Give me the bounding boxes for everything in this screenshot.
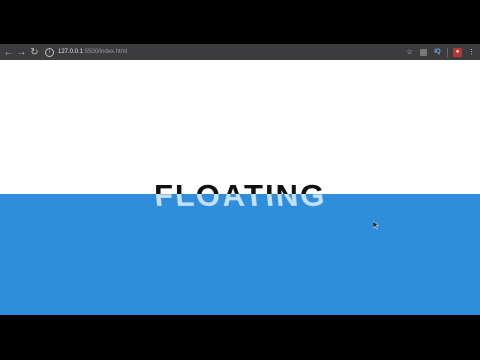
star-icon[interactable]: ☆ [405,48,414,57]
address-bar[interactable]: i 127.0.0.1:5500/index.html [45,44,127,60]
forward-button[interactable]: → [15,44,28,60]
url-path: :5500/index.html [83,49,128,55]
extension-blue-icon[interactable]: IQ [433,48,442,57]
extension-gray-icon[interactable] [419,48,428,57]
menu-icon[interactable]: ⋮ [467,48,476,57]
toolbar-right: ☆ IQ ● ⋮ [400,44,476,60]
url-text: 127.0.0.1:5500/index.html [58,49,127,55]
water-area [0,194,480,315]
back-button[interactable]: ← [2,44,15,60]
bottom-letterbox [0,315,480,360]
browser-toolbar: ← → ↻ i 127.0.0.1:5500/index.html ☆ IQ ●… [0,44,480,60]
toolbar-separator [447,47,448,57]
url-host: 127.0.0.1 [58,49,84,55]
floating-headline: FLOATING [0,180,480,194]
page-viewport: FLOATING FLOATING [0,60,480,315]
extension-red-icon[interactable]: ● [453,47,462,57]
top-letterbox [0,0,480,44]
reload-button[interactable]: ↻ [28,44,41,60]
info-icon[interactable]: i [45,47,54,57]
